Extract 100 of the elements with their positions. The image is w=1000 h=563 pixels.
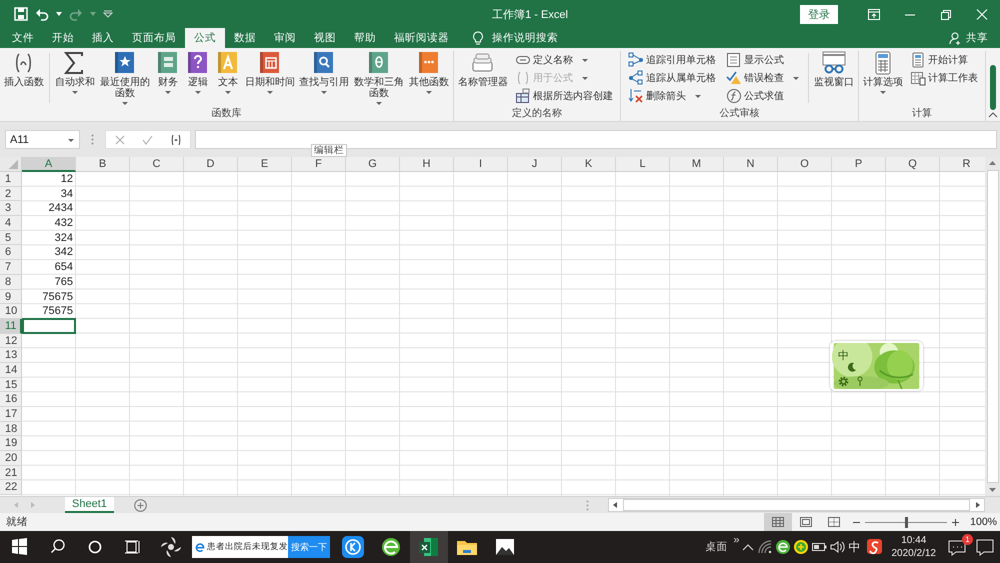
ribbon-button[interactable]: 监视窗口 [812,51,856,88]
row-header[interactable]: 4 [0,216,22,231]
row-header[interactable]: 19 [0,436,22,452]
drag-handle-icon[interactable] [586,500,589,510]
clock-time[interactable]: 10:44 [901,534,926,547]
clock-date[interactable]: 2020/2/12 [892,547,936,560]
ribbon-button[interactable]: 公式求值 [724,87,802,105]
pin-icon[interactable] [857,376,863,386]
ribbon-button[interactable]: 计算选项 [861,51,905,95]
column-header[interactable]: L [616,157,670,172]
ribbon-button[interactable]: 日期和时间 [243,51,297,95]
desktop-label[interactable]: 桌面 [705,540,728,554]
row-header[interactable]: 17 [0,407,22,422]
normal-view-button[interactable] [764,513,792,531]
column-header[interactable]: I [454,157,508,172]
ribbon-tab[interactable]: 数据 [225,28,265,48]
column-header[interactable]: N [724,157,778,172]
column-header[interactable]: D [184,157,238,172]
search-text[interactable]: 患者出院后未现复发 [207,541,288,553]
row-header[interactable]: 10 [0,304,22,319]
overflow-button[interactable]: » [733,534,740,546]
search-prompt[interactable]: 操作说明搜索 [492,31,558,45]
column-header[interactable]: A [22,157,76,172]
ribbon-tab[interactable]: 插入 [83,28,123,48]
function-icon[interactable] [170,134,182,146]
login-button[interactable]: 登录 [800,4,838,24]
ribbon-tab[interactable]: 审阅 [265,28,305,48]
ribbon-button[interactable]: 错误检查 [724,69,802,87]
collapse-icon[interactable] [988,112,998,118]
row-header[interactable]: 7 [0,260,22,275]
zoom-slider-thumb[interactable] [905,516,908,528]
ribbon-tab[interactable]: 页面布局 [123,28,185,48]
row-header[interactable]: 18 [0,422,22,436]
sheet-tab[interactable]: Sheet1 [65,497,114,513]
column-header[interactable]: O [778,157,832,172]
close-icon[interactable] [976,8,988,20]
row-header[interactable]: 21 [0,466,22,480]
name-box[interactable]: A11 [5,130,80,149]
zoom-level[interactable]: 100% [970,516,997,528]
row-header[interactable]: 13 [0,348,22,363]
undo-icon[interactable] [35,7,49,21]
ribbon-button[interactable]: 显示公式 [724,51,802,69]
column-header[interactable]: B [76,157,130,172]
row-header[interactable]: 2 [0,186,22,202]
row-header[interactable]: 5 [0,230,22,246]
ribbon-button[interactable]: 财务 [153,51,183,95]
ribbon-button[interactable]: 最近使用的函数 [97,51,153,106]
row-header[interactable]: 22 [0,480,22,496]
ribbon-button[interactable]: 数学和三角函数 [351,51,407,106]
column-header[interactable]: K [562,157,616,172]
ribbon-display-icon[interactable] [868,8,880,20]
drag-handle-icon[interactable] [91,134,94,145]
ribbon-button[interactable]: 根据所选内容创建 [513,87,615,105]
column-header[interactable]: Q [886,157,940,172]
add-sheet-icon[interactable] [134,498,147,512]
ribbon-button[interactable]: 自动求和 [53,51,97,95]
ribbon-button[interactable]: 文本 [213,51,243,95]
row-header[interactable]: 12 [0,334,22,348]
column-header[interactable]: R [940,157,985,172]
row-header[interactable]: 3 [0,201,22,216]
share-button[interactable]: 共享 [945,31,992,45]
column-header[interactable]: C [130,157,184,172]
ribbon-button[interactable]: 删除箭头 [626,87,718,105]
ribbon-tab[interactable]: 开始 [43,28,83,48]
column-header[interactable]: G [346,157,400,172]
save-icon[interactable] [14,7,28,21]
scroll-thumb[interactable] [986,170,998,483]
ribbon-button[interactable]: 追踪从属单元格 [626,69,718,87]
row-header[interactable]: 6 [0,245,22,260]
ribbon-button[interactable]: 其他函数 [407,51,451,95]
ribbon-tab[interactable]: 福昕阅读器 [385,28,458,48]
ribbon-button[interactable]: 名称管理器 [456,51,510,88]
gear-icon[interactable] [838,376,849,387]
search-field[interactable]: 患者出院后未现复发 [192,536,288,558]
ribbon-tab[interactable]: 视图 [305,28,345,48]
active-cell[interactable] [22,318,76,334]
ribbon-button[interactable]: 逻辑 [183,51,213,95]
row-header[interactable]: 16 [0,392,22,407]
ribbon-tab[interactable]: 帮助 [345,28,385,48]
row-header[interactable]: 20 [0,451,22,466]
ribbon-button[interactable]: 计算工作表 [908,69,980,87]
restore-icon[interactable] [940,8,952,20]
scroll-thumb[interactable] [623,499,970,511]
customize-icon[interactable] [103,10,113,18]
ribbon-button[interactable]: 开始计算 [908,51,980,69]
moon-icon[interactable] [847,362,857,372]
row-header[interactable]: 9 [0,290,22,304]
row-header[interactable]: 14 [0,362,22,378]
scroll-thumb[interactable] [990,65,996,110]
column-header[interactable]: J [508,157,562,172]
row-header[interactable]: 15 [0,378,22,392]
ime-widget[interactable]: 中 [830,341,923,391]
row-header[interactable]: 11 [0,318,22,334]
row-header[interactable]: 1 [0,172,22,187]
ribbon-button[interactable]: 定义名称 [513,51,615,69]
input-mode-label[interactable]: 中 [848,538,860,556]
ribbon-button[interactable]: 查找与引用 [297,51,351,95]
column-header[interactable]: P [832,157,886,172]
ribbon-tab[interactable]: 公式 [185,28,225,48]
caret-icon[interactable] [56,12,62,16]
